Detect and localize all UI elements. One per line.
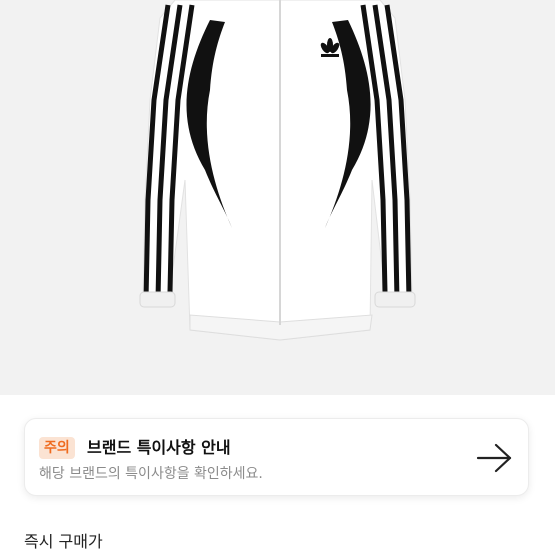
product-page: 주의 브랜드 특이사항 안내 해당 브랜드의 특이사항을 확인하세요. 즉시 구… — [0, 0, 555, 555]
notice-description: 해당 브랜드의 특이사항을 확인하세요. — [39, 466, 263, 482]
product-image[interactable] — [0, 0, 555, 395]
jacket-illustration — [139, 0, 416, 341]
brand-notice-card[interactable]: 주의 브랜드 특이사항 안내 해당 브랜드의 특이사항을 확인하세요. — [24, 418, 529, 496]
caution-badge: 주의 — [39, 437, 75, 459]
notice-title: 브랜드 특이사항 안내 — [87, 438, 231, 457]
arrow-right-icon[interactable] — [474, 441, 514, 475]
instant-purchase-label: 즉시 구매가 — [24, 532, 103, 551]
